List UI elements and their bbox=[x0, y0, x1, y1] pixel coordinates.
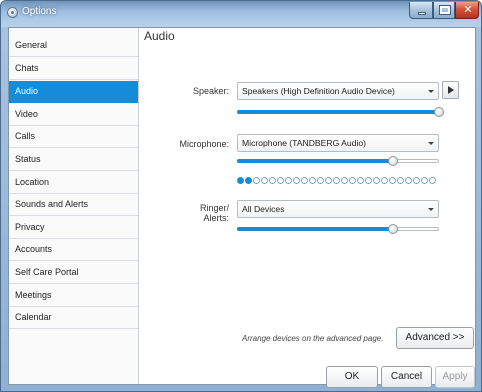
maximize-icon bbox=[439, 5, 451, 15]
level-dot bbox=[421, 177, 428, 184]
sidebar-item-video[interactable]: Video bbox=[9, 104, 138, 126]
maximize-button[interactable] bbox=[433, 2, 455, 19]
ringer-volume-slider[interactable] bbox=[237, 224, 439, 234]
level-dot bbox=[245, 177, 252, 184]
level-dot bbox=[381, 177, 388, 184]
options-sidebar: General Chats Audio Video Calls Status L… bbox=[9, 28, 139, 384]
level-dot bbox=[373, 177, 380, 184]
title-bar[interactable]: Options ✕ bbox=[1, 1, 481, 27]
advanced-note: Arrange devices on the advanced page. bbox=[242, 334, 384, 343]
app-icon bbox=[7, 7, 18, 18]
level-dot bbox=[357, 177, 364, 184]
level-dot bbox=[261, 177, 268, 184]
slider-thumb[interactable] bbox=[387, 156, 398, 166]
sidebar-item-accounts[interactable]: Accounts bbox=[9, 239, 138, 261]
cancel-button[interactable]: Cancel bbox=[381, 366, 432, 388]
sidebar-item-meetings[interactable]: Meetings bbox=[9, 285, 138, 307]
options-window: Options ✕ General Chats Audio Video Call… bbox=[0, 0, 482, 392]
level-dot bbox=[253, 177, 260, 184]
level-dot bbox=[325, 177, 332, 184]
sidebar-item-audio[interactable]: Audio bbox=[9, 81, 138, 103]
minimize-button[interactable] bbox=[409, 2, 433, 19]
chevron-down-icon bbox=[428, 90, 434, 93]
chevron-down-icon bbox=[428, 142, 434, 145]
microphone-label: Microphone: bbox=[179, 139, 229, 149]
level-dot bbox=[389, 177, 396, 184]
close-button[interactable]: ✕ bbox=[455, 2, 479, 19]
ok-button[interactable]: OK bbox=[326, 366, 378, 388]
play-test-sound-button[interactable] bbox=[442, 81, 459, 99]
level-dot bbox=[349, 177, 356, 184]
slider-fill bbox=[237, 110, 439, 114]
close-icon: ✕ bbox=[463, 3, 473, 16]
microphone-select-value: Microphone (TANDBERG Audio) bbox=[242, 138, 367, 148]
advanced-button[interactable]: Advanced >> bbox=[396, 327, 474, 349]
slider-thumb[interactable] bbox=[387, 224, 398, 234]
microphone-select[interactable]: Microphone (TANDBERG Audio) bbox=[237, 134, 439, 152]
sidebar-item-calendar[interactable]: Calendar bbox=[9, 307, 138, 329]
ringer-select[interactable]: All Devices bbox=[237, 200, 439, 218]
ringer-label-line2: Alerts: bbox=[203, 213, 229, 223]
level-dot bbox=[317, 177, 324, 184]
play-icon bbox=[448, 86, 454, 94]
ringer-select-value: All Devices bbox=[242, 204, 285, 214]
level-dot bbox=[309, 177, 316, 184]
level-dot bbox=[405, 177, 412, 184]
slider-fill bbox=[237, 159, 393, 163]
microphone-volume-slider[interactable] bbox=[237, 156, 439, 166]
level-dot bbox=[285, 177, 292, 184]
speaker-volume-slider[interactable] bbox=[237, 107, 444, 117]
sidebar-item-status[interactable]: Status bbox=[9, 149, 138, 171]
window-title: Options bbox=[22, 6, 57, 17]
level-dot bbox=[341, 177, 348, 184]
sidebar-item-self-care-portal[interactable]: Self Care Portal bbox=[9, 262, 138, 284]
speaker-select-value: Speakers (High Definition Audio Device) bbox=[242, 86, 395, 96]
level-dot bbox=[293, 177, 300, 184]
level-dot bbox=[413, 177, 420, 184]
apply-button[interactable]: Apply bbox=[435, 366, 475, 388]
minimize-icon bbox=[418, 12, 426, 15]
slider-fill bbox=[237, 227, 393, 231]
level-dot bbox=[397, 177, 404, 184]
sidebar-item-privacy[interactable]: Privacy bbox=[9, 217, 138, 239]
level-dot bbox=[269, 177, 276, 184]
level-dot bbox=[277, 177, 284, 184]
speaker-select[interactable]: Speakers (High Definition Audio Device) bbox=[237, 82, 439, 100]
sidebar-item-sounds-and-alerts[interactable]: Sounds and Alerts bbox=[9, 194, 138, 216]
level-dot bbox=[237, 177, 244, 184]
level-dot bbox=[429, 177, 436, 184]
sidebar-item-general[interactable]: General bbox=[9, 35, 138, 57]
sidebar-item-location[interactable]: Location bbox=[9, 172, 138, 194]
microphone-level-meter bbox=[237, 177, 439, 185]
level-dot bbox=[301, 177, 308, 184]
sidebar-item-calls[interactable]: Calls bbox=[9, 126, 138, 148]
speaker-label: Speaker: bbox=[192, 86, 229, 96]
chevron-down-icon bbox=[428, 208, 434, 211]
slider-thumb[interactable] bbox=[434, 107, 444, 117]
level-dot bbox=[333, 177, 340, 184]
sidebar-item-chats[interactable]: Chats bbox=[9, 58, 138, 80]
level-dot bbox=[365, 177, 372, 184]
page-title: Audio bbox=[144, 29, 175, 43]
